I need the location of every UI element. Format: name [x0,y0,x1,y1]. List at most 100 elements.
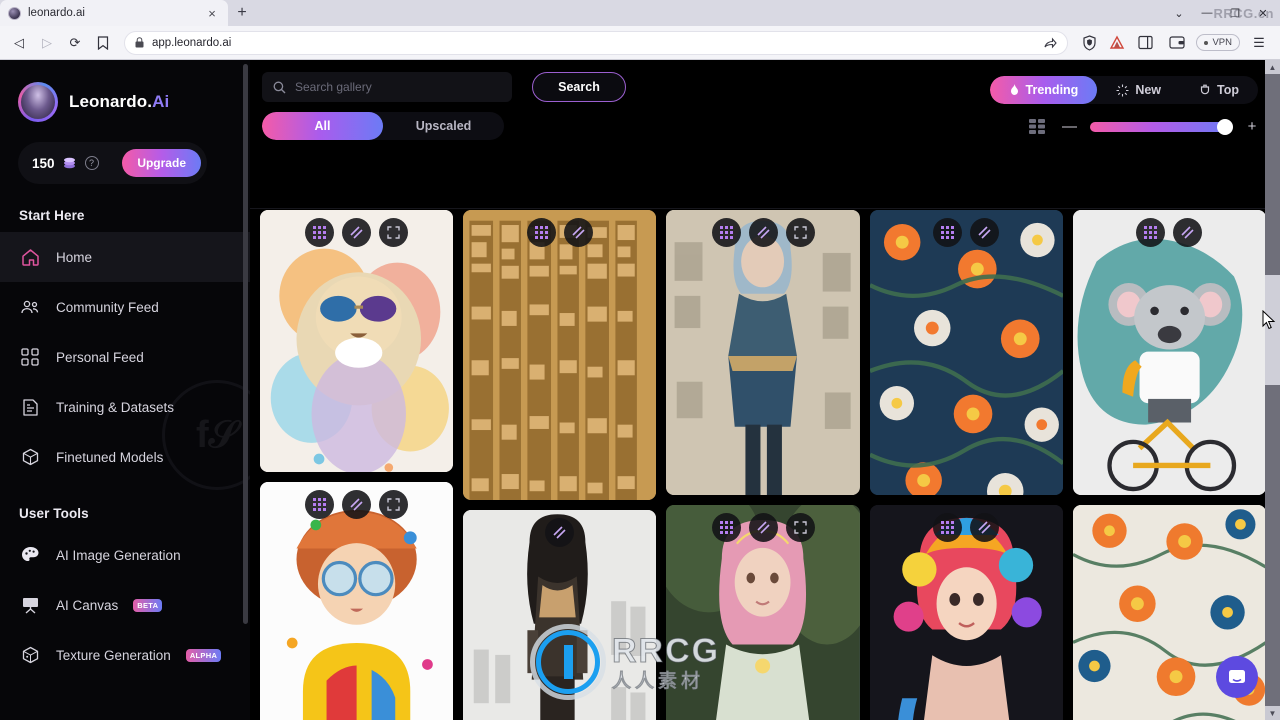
vpn-button[interactable]: VPN [1196,34,1240,51]
brand[interactable]: Leonardo.Ai [0,60,250,122]
brave-wallet-icon[interactable] [1164,30,1190,56]
grid-view-icon[interactable] [1029,119,1046,134]
search-input[interactable] [295,80,501,94]
search-gallery-box[interactable] [262,72,512,102]
sidebar-item-label: Texture Generation [56,647,171,663]
scroll-up-arrow[interactable]: ▲ [1265,60,1280,74]
gallery-card[interactable] [666,210,860,495]
zoom-in-button[interactable]: + [1246,118,1258,135]
tab-upscaled[interactable]: Upscaled [383,112,504,140]
browser-window: leonardo.ai × + ⌄ — ❐ ✕ ◁ ▷ ⟳ app.leonar… [0,0,1280,720]
zoom-slider-knob[interactable] [1217,118,1233,135]
scroll-down-arrow[interactable]: ▼ [1265,706,1280,720]
diagonal-lines-icon[interactable] [342,490,372,519]
brave-leo-icon[interactable] [1104,30,1130,56]
section-label-start-here: Start Here [19,208,85,223]
sidebar-item-community-feed[interactable]: Community Feed [0,282,250,332]
diagonal-lines-icon[interactable] [748,513,778,542]
card-thumbnail [260,210,454,472]
brand-logo-icon [18,82,58,122]
app-sidebar: f𝒮 Leonardo.Ai 150 ? Upgrade Start Here … [0,60,250,720]
bookmark-icon[interactable] [90,30,116,56]
upgrade-button[interactable]: Upgrade [122,149,201,177]
chevron-down-icon[interactable]: ⌄ [1166,1,1192,25]
address-bar[interactable]: app.leonardo.ai [124,30,1069,55]
top-right-watermark: RRCG.cn [1213,6,1274,21]
gallery-card[interactable] [666,505,860,720]
support-chat-button[interactable] [1216,656,1258,698]
diagonal-lines-icon[interactable] [563,218,593,247]
pixel-grid-icon[interactable] [305,490,335,519]
pixel-grid-icon[interactable] [711,218,741,247]
diagonal-lines-icon[interactable] [970,513,1000,542]
sidebar-item-finetuned-models[interactable]: Finetuned Models [0,432,250,482]
back-icon[interactable]: ◁ [6,30,32,56]
pixel-grid-icon[interactable] [1136,218,1166,247]
pixel-grid-icon[interactable] [711,513,741,542]
expand-icon[interactable] [785,218,815,247]
tab-label: Top [1217,83,1239,97]
card-action-bar [260,218,453,247]
forward-icon[interactable]: ▷ [34,30,60,56]
scrollbar-thumb[interactable] [1265,275,1280,385]
zoom-out-button[interactable]: — [1062,118,1077,135]
expand-icon[interactable] [785,513,815,542]
sidebar-item-label: Training & Datasets [56,399,175,415]
search-button[interactable]: Search [532,72,626,102]
sidebar-item-personal-feed[interactable]: Personal Feed [0,332,250,382]
image-gallery [250,210,1280,720]
sidebar-item-home[interactable]: Home [0,232,250,282]
browser-tab[interactable]: leonardo.ai × [0,0,228,26]
leonardo-app: f𝒮 Leonardo.Ai 150 ? Upgrade Start Here … [0,60,1280,720]
diagonal-lines-icon[interactable] [748,218,778,247]
card-action-bar [463,518,656,547]
tab-new[interactable]: New [1097,76,1180,104]
diagonal-lines-icon[interactable] [545,518,575,547]
gallery-card[interactable] [463,210,657,500]
texture-cube-icon [19,646,41,665]
reload-icon[interactable]: ⟳ [62,30,88,56]
brand-name-suffix: Ai [152,92,170,111]
tab-label: Trending [1025,83,1079,97]
browser-menu-icon[interactable]: ☰ [1246,30,1272,56]
brand-name: Leonardo.Ai [69,92,169,112]
diagonal-lines-icon[interactable] [342,218,372,247]
gallery-card[interactable] [260,482,454,720]
diagonal-lines-icon[interactable] [970,218,1000,247]
card-action-bar [1073,218,1266,247]
sidebar-item-ai-image-generation[interactable]: AI Image Generation [0,530,250,580]
search-icon [273,81,286,94]
tab-top[interactable]: Top [1180,76,1258,104]
pixel-grid-icon[interactable] [526,218,556,247]
expand-icon[interactable] [379,218,409,247]
pixel-grid-icon[interactable] [933,218,963,247]
zoom-slider[interactable] [1090,118,1233,135]
gallery-column [666,210,860,720]
gallery-card[interactable] [463,510,657,720]
pixel-grid-icon[interactable] [305,218,335,247]
sidebar-item-texture-generation[interactable]: Texture Generation ALPHA [0,630,250,680]
scrollbar-track[interactable] [1265,74,1280,706]
sidebar-item-training-datasets[interactable]: Training & Datasets [0,382,250,432]
new-tab-button[interactable]: + [228,0,256,26]
brave-shields-icon[interactable] [1076,30,1102,56]
tab-trending[interactable]: Trending [989,76,1098,104]
page-scrollbar[interactable]: ▲ ▼ [1265,60,1280,720]
credit-amount: 150 [32,155,55,171]
gallery-card[interactable] [260,210,454,472]
credits-help-icon[interactable]: ? [84,156,99,170]
gallery-card[interactable] [869,505,1063,720]
sidebar-scrollbar[interactable] [243,64,248,624]
pixel-grid-icon[interactable] [933,513,963,542]
gallery-card[interactable] [869,210,1063,495]
sidebar-panel-icon[interactable] [1132,30,1158,56]
card-action-bar [870,218,1063,247]
gallery-card[interactable] [1072,210,1267,495]
share-icon[interactable] [1043,36,1058,50]
diagonal-lines-icon[interactable] [1173,218,1203,247]
expand-icon[interactable] [379,490,409,519]
sidebar-item-ai-canvas[interactable]: AI Canvas BETA [0,580,250,630]
gallery-filter-tabs: All Upscaled [262,112,504,140]
close-icon[interactable]: × [204,5,220,21]
tab-all[interactable]: All [262,112,383,140]
